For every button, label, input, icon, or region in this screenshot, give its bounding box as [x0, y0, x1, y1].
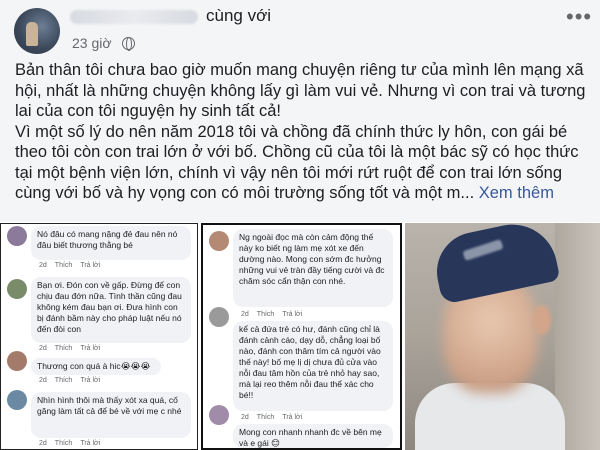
- comment-age: 2d: [241, 311, 249, 318]
- post-paragraph-2: Vì một số lý do nên năm 2018 tôi và chồn…: [15, 122, 590, 204]
- reply-link[interactable]: Trả lời: [80, 440, 100, 447]
- cap: [429, 223, 561, 305]
- post-author-suffix: cùng với: [206, 6, 272, 25]
- comment-age: 2d: [39, 345, 47, 352]
- ear: [533, 305, 551, 335]
- globe-icon: [122, 37, 135, 51]
- comment-bubble: kể cả đứa trẻ có hư, đánh cũng chỉ là đá…: [233, 321, 393, 411]
- blurred-author-name: [70, 10, 198, 24]
- like-link[interactable]: Thích: [55, 262, 73, 269]
- comment-age: 2d: [241, 414, 249, 421]
- avatar[interactable]: [209, 231, 229, 251]
- more-options-icon[interactable]: •••: [566, 4, 592, 30]
- post-timestamp[interactable]: 23 giờ: [72, 35, 112, 51]
- reply-link[interactable]: Trả lời: [80, 345, 100, 352]
- comment-age: 2d: [39, 377, 47, 384]
- comment-actions: 2d Thích Trả lời: [39, 440, 108, 447]
- post-body: Bản thân tôi chưa bao giờ muốn mang chuy…: [15, 60, 590, 204]
- like-link[interactable]: Thích: [55, 440, 73, 447]
- avatar[interactable]: [209, 405, 229, 425]
- avatar[interactable]: [14, 8, 60, 54]
- avatar[interactable]: [7, 390, 27, 410]
- comment-bubble: Ng ngoài đọc mà còn cảm động thế này ko …: [233, 229, 393, 307]
- comments-panel-left: Nó đâu có mang nặng đẻ đau nên nó đâu bi…: [0, 223, 198, 450]
- comment-actions: 2d Thích Trả lời: [241, 311, 310, 318]
- shirt: [415, 383, 565, 450]
- like-link[interactable]: Thích: [257, 311, 275, 318]
- comment-bubble: Bạn ơi. Đón con về gấp. Đừng để con chịu…: [31, 277, 191, 343]
- reply-link[interactable]: Trả lời: [282, 311, 302, 318]
- comment-age: 2d: [39, 440, 47, 447]
- avatar[interactable]: [7, 351, 27, 371]
- comment-actions: 2d Thích Trả lời: [39, 377, 108, 384]
- like-link[interactable]: Thích: [257, 414, 275, 421]
- comments-panel-middle: Ng ngoài đọc mà còn cảm động thế này ko …: [201, 223, 402, 450]
- reply-link[interactable]: Trả lời: [80, 262, 100, 269]
- avatar[interactable]: [7, 226, 27, 246]
- comment-bubble: Nó đâu có mang nặng đẻ đau nên nó đâu bi…: [31, 226, 191, 260]
- comment-age: 2d: [39, 262, 47, 269]
- comment-bubble: Nhìn hình thôi mà thấy xót xa quá, cố gă…: [31, 392, 191, 438]
- comment-bubble: Mong con nhanh nhanh đc về bên mẹ và e g…: [233, 424, 393, 448]
- reply-link[interactable]: Trả lời: [80, 377, 100, 384]
- like-link[interactable]: Thích: [55, 345, 73, 352]
- like-link[interactable]: Thích: [55, 377, 73, 384]
- avatar[interactable]: [209, 307, 229, 327]
- see-more-link[interactable]: Xem thêm: [479, 184, 554, 202]
- comment-actions: 2d Thích Trả lời: [241, 414, 310, 421]
- comment-actions: 2d Thích Trả lời: [39, 345, 108, 352]
- post-paragraph-1: Bản thân tôi chưa bao giờ muốn mang chuy…: [15, 61, 586, 120]
- comment-bubble: Thương con quá à hic😭😭😭: [31, 358, 161, 375]
- blurred-photo: [405, 223, 600, 450]
- avatar[interactable]: [7, 279, 27, 299]
- reply-link[interactable]: Trả lời: [282, 414, 302, 421]
- comment-actions: 2d Thích Trả lời: [39, 262, 108, 269]
- facebook-post: cùng với 23 giờ ••• Bản thân tôi chưa ba…: [0, 0, 600, 222]
